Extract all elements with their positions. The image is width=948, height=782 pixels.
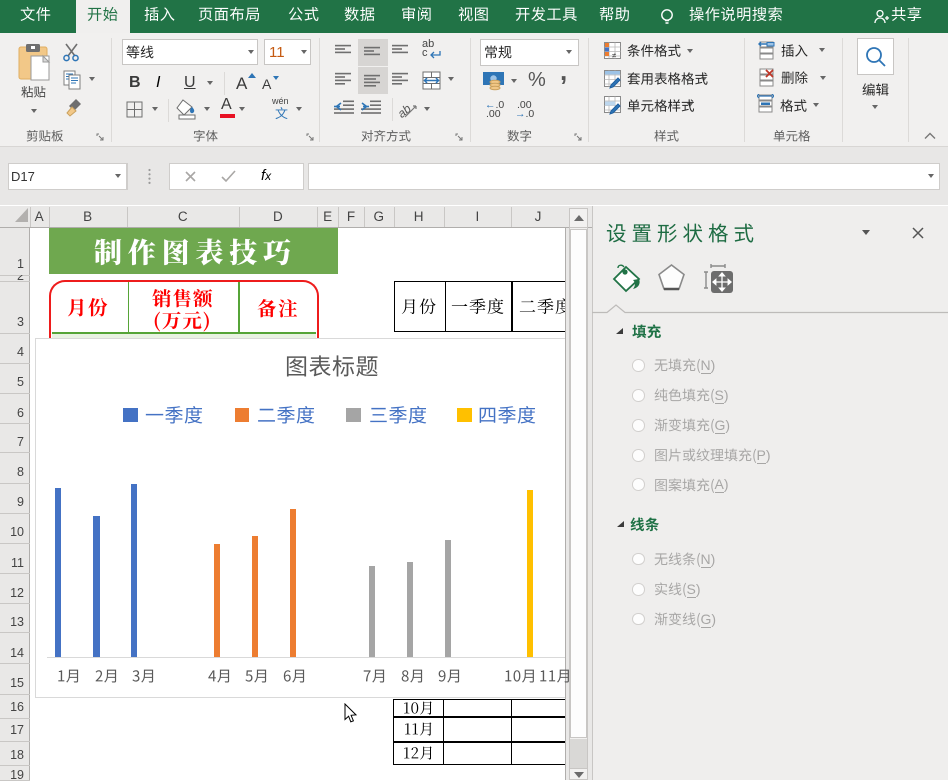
svg-text:≠: ≠ xyxy=(612,51,617,60)
